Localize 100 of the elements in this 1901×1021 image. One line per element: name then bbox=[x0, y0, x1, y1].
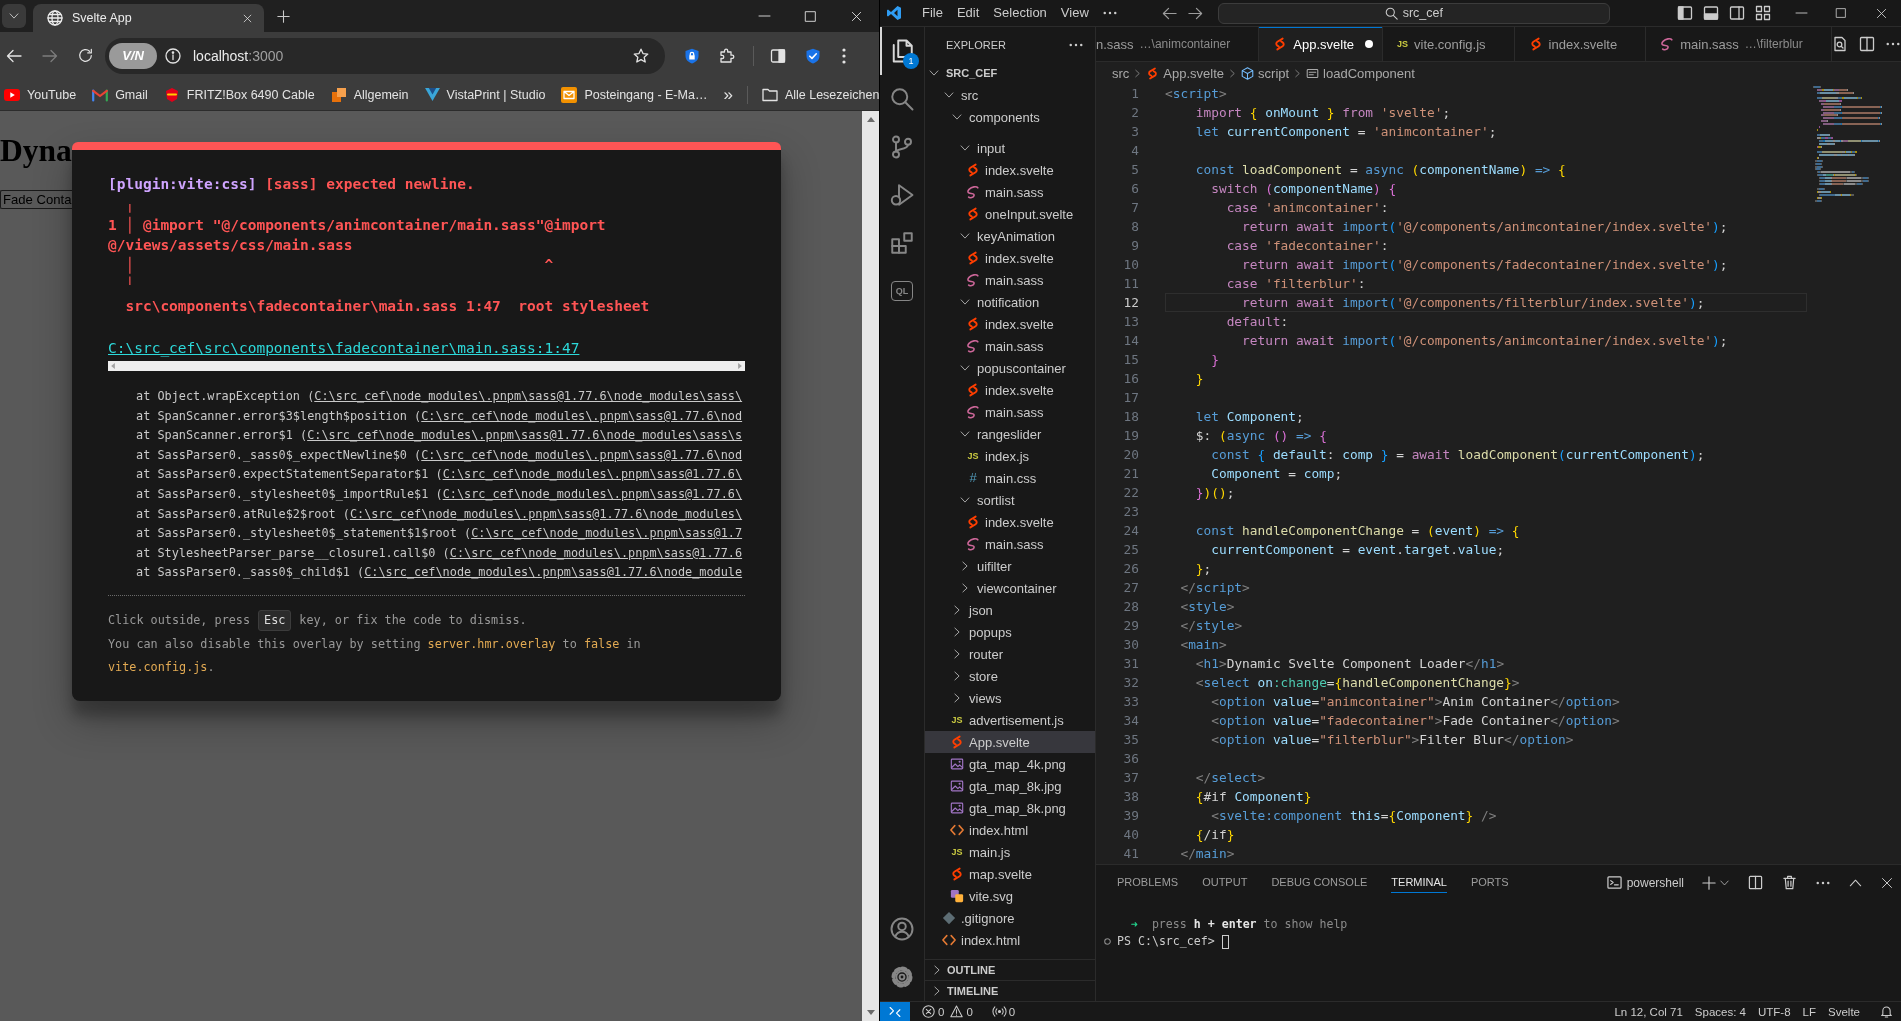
status-item[interactable]: Svelte bbox=[1822, 1005, 1866, 1018]
tree-item[interactable]: notification bbox=[925, 291, 1095, 313]
plus-icon[interactable] bbox=[1702, 875, 1716, 890]
toggle-secondary-sidebar-icon[interactable] bbox=[1729, 5, 1745, 21]
editor-tab[interactable]: App.svelte bbox=[1259, 27, 1383, 61]
tree-item[interactable]: keyAnimation bbox=[925, 225, 1095, 247]
shield-lock-icon[interactable] bbox=[684, 47, 700, 64]
stack-file-link[interactable]: C:\src_cef\node_modules\.pnpm\sass@1.77.6\node_modules\sass\ bbox=[314, 389, 743, 404]
side-panel-icon[interactable] bbox=[770, 47, 786, 64]
bookmark[interactable]: Allgemein bbox=[330, 86, 409, 103]
shield-check-icon[interactable] bbox=[805, 47, 821, 64]
account-icon[interactable] bbox=[890, 917, 914, 941]
menu-icon[interactable] bbox=[842, 47, 846, 64]
tree-item[interactable]: main.sass bbox=[925, 335, 1095, 357]
close-icon[interactable] bbox=[1881, 876, 1893, 889]
tree-item[interactable]: index.svelte bbox=[925, 159, 1095, 181]
forward-arrow-icon[interactable] bbox=[1187, 5, 1203, 21]
star-icon[interactable] bbox=[633, 47, 649, 64]
tree-item[interactable]: # main.css bbox=[925, 467, 1095, 489]
stack-file-link[interactable]: C:\src_cef\node_modules\.pnpm\sass@1.77.6\nod bbox=[421, 408, 743, 423]
close-icon[interactable] bbox=[1875, 7, 1887, 19]
panel-tab[interactable]: OUTPUT bbox=[1202, 872, 1248, 893]
tree-item[interactable]: main.sass bbox=[925, 181, 1095, 203]
remote-button[interactable] bbox=[880, 1002, 910, 1021]
tree-item[interactable]: App.svelte bbox=[925, 731, 1095, 753]
tree-item[interactable]: vite.svg bbox=[925, 885, 1095, 907]
tree-item[interactable]: index.svelte bbox=[925, 247, 1095, 269]
status-item[interactable]: LF bbox=[1796, 1005, 1823, 1018]
close-icon[interactable] bbox=[850, 10, 862, 22]
tree-item[interactable]: popuscontainer bbox=[925, 357, 1095, 379]
more-icon[interactable] bbox=[1816, 880, 1830, 885]
status-item[interactable]: Spaces: 4 bbox=[1688, 1005, 1752, 1018]
panel-tab[interactable]: DEBUG CONSOLE bbox=[1271, 872, 1368, 893]
breadcrumb-item[interactable]: App.svelte bbox=[1146, 65, 1225, 81]
tree-item[interactable]: .gitignore bbox=[925, 907, 1095, 929]
toggle-panel-icon[interactable] bbox=[1703, 5, 1719, 21]
tree-item[interactable]: index.svelte bbox=[925, 511, 1095, 533]
files-icon[interactable] bbox=[890, 39, 914, 63]
extensions-icon[interactable] bbox=[890, 231, 914, 255]
tree-item[interactable]: src bbox=[925, 84, 1095, 106]
search-icon[interactable] bbox=[890, 87, 914, 111]
run-debug-icon[interactable] bbox=[890, 183, 914, 207]
tree-item[interactable]: input bbox=[925, 137, 1095, 159]
tree-item[interactable]: router bbox=[925, 643, 1095, 665]
bell-icon[interactable] bbox=[1880, 1005, 1893, 1018]
back-arrow-icon[interactable] bbox=[1161, 5, 1177, 21]
status-item[interactable]: UTF-8 bbox=[1752, 1005, 1797, 1018]
bookmark[interactable]: FRITZ!Box 6490 Cable bbox=[163, 86, 315, 103]
split-editor-icon[interactable] bbox=[1858, 36, 1875, 52]
breadcrumb-item[interactable]: src bbox=[1112, 65, 1130, 81]
stack-file-link[interactable]: C:\src_cef\node_modules\.pnpm\sass@1.77.6\node_module bbox=[364, 565, 743, 580]
tree-item[interactable]: sortlist bbox=[925, 489, 1095, 511]
menu-item[interactable]: View bbox=[1053, 3, 1096, 23]
split-terminal-icon[interactable] bbox=[1748, 875, 1763, 890]
horizontal-scrollbar[interactable] bbox=[108, 361, 745, 372]
bookmark[interactable]: Posteingang - E-Ma… bbox=[561, 86, 708, 103]
ports-status[interactable]: 0 bbox=[986, 1005, 1022, 1018]
tree-item[interactable]: gta_map_4k.png bbox=[925, 753, 1095, 775]
menu-item[interactable]: Selection bbox=[986, 3, 1054, 23]
stack-file-link[interactable]: C:\src_cef\node_modules\.pnpm\sass@1.77.6\ bbox=[442, 487, 743, 502]
tree-item[interactable]: main.sass bbox=[925, 533, 1095, 555]
stack-file-link[interactable]: C:\src_cef\node_modules\.pnpm\sass@1.77.6 bbox=[449, 545, 743, 560]
breadcrumb-item[interactable]: script bbox=[1241, 65, 1290, 81]
command-search-field[interactable]: src_cef bbox=[1217, 2, 1610, 24]
bookmark[interactable]: Gmail bbox=[92, 87, 148, 102]
info-icon[interactable] bbox=[165, 47, 181, 64]
new-tab-icon[interactable] bbox=[277, 9, 290, 23]
panel-tab[interactable]: PORTS bbox=[1470, 872, 1509, 893]
tree-item[interactable]: main.sass bbox=[925, 269, 1095, 291]
tree-item[interactable]: index.svelte bbox=[925, 313, 1095, 335]
tree-item[interactable]: main.sass bbox=[925, 401, 1095, 423]
tree-item[interactable]: gta_map_8k.png bbox=[925, 797, 1095, 819]
tree-item[interactable]: components bbox=[925, 106, 1095, 128]
more-icon[interactable] bbox=[1069, 42, 1083, 47]
tree-item[interactable]: rangeslider bbox=[925, 423, 1095, 445]
reload-icon[interactable] bbox=[78, 48, 93, 63]
trash-icon[interactable] bbox=[1782, 875, 1797, 890]
status-item[interactable]: Ln 12, Col 71 bbox=[1608, 1005, 1689, 1018]
stack-file-link[interactable]: C:\src_cef\node_modules\.pnpm\sass@1.77.6\node_modules\sass\s bbox=[307, 428, 743, 443]
more-icon[interactable] bbox=[1885, 42, 1900, 46]
tree-item[interactable]: json bbox=[925, 599, 1095, 621]
tree-item[interactable]: oneInput.svelte bbox=[925, 203, 1095, 225]
tree-item[interactable]: index.svelte bbox=[925, 379, 1095, 401]
stack-file-link[interactable]: C:\src_cef\node_modules\.pnpm\sass@1.77.6\node_modules\ bbox=[349, 506, 743, 521]
chevron-up-icon[interactable] bbox=[1849, 878, 1862, 887]
tree-item[interactable]: JS index.js bbox=[925, 445, 1095, 467]
puzzle-icon[interactable] bbox=[719, 47, 735, 64]
tree-item[interactable]: uifilter bbox=[925, 555, 1095, 577]
document-search-icon[interactable] bbox=[1831, 36, 1848, 52]
back-arrow-icon[interactable] bbox=[6, 47, 22, 64]
tree-item[interactable]: index.html bbox=[925, 929, 1095, 951]
tree-item[interactable]: popups bbox=[925, 621, 1095, 643]
panel-tab[interactable]: TERMINAL bbox=[1391, 872, 1447, 893]
stack-file-link[interactable]: C:\src_cef\node_modules\.pnpm\sass@1.7 bbox=[471, 526, 743, 541]
maximize-icon[interactable] bbox=[804, 10, 816, 22]
stack-file-link[interactable]: C:\src_cef\node_modules\.pnpm\sass@1.77.6\ bbox=[442, 467, 743, 482]
address-bar[interactable]: V/N localhost:3000 bbox=[105, 37, 665, 74]
tree-item[interactable]: SRC_CEF bbox=[925, 62, 1095, 84]
stack-file-link[interactable]: C:\src_cef\node_modules\.pnpm\sass@1.77.6\nod bbox=[421, 447, 743, 462]
toggle-sidebar-icon[interactable] bbox=[1677, 5, 1693, 21]
